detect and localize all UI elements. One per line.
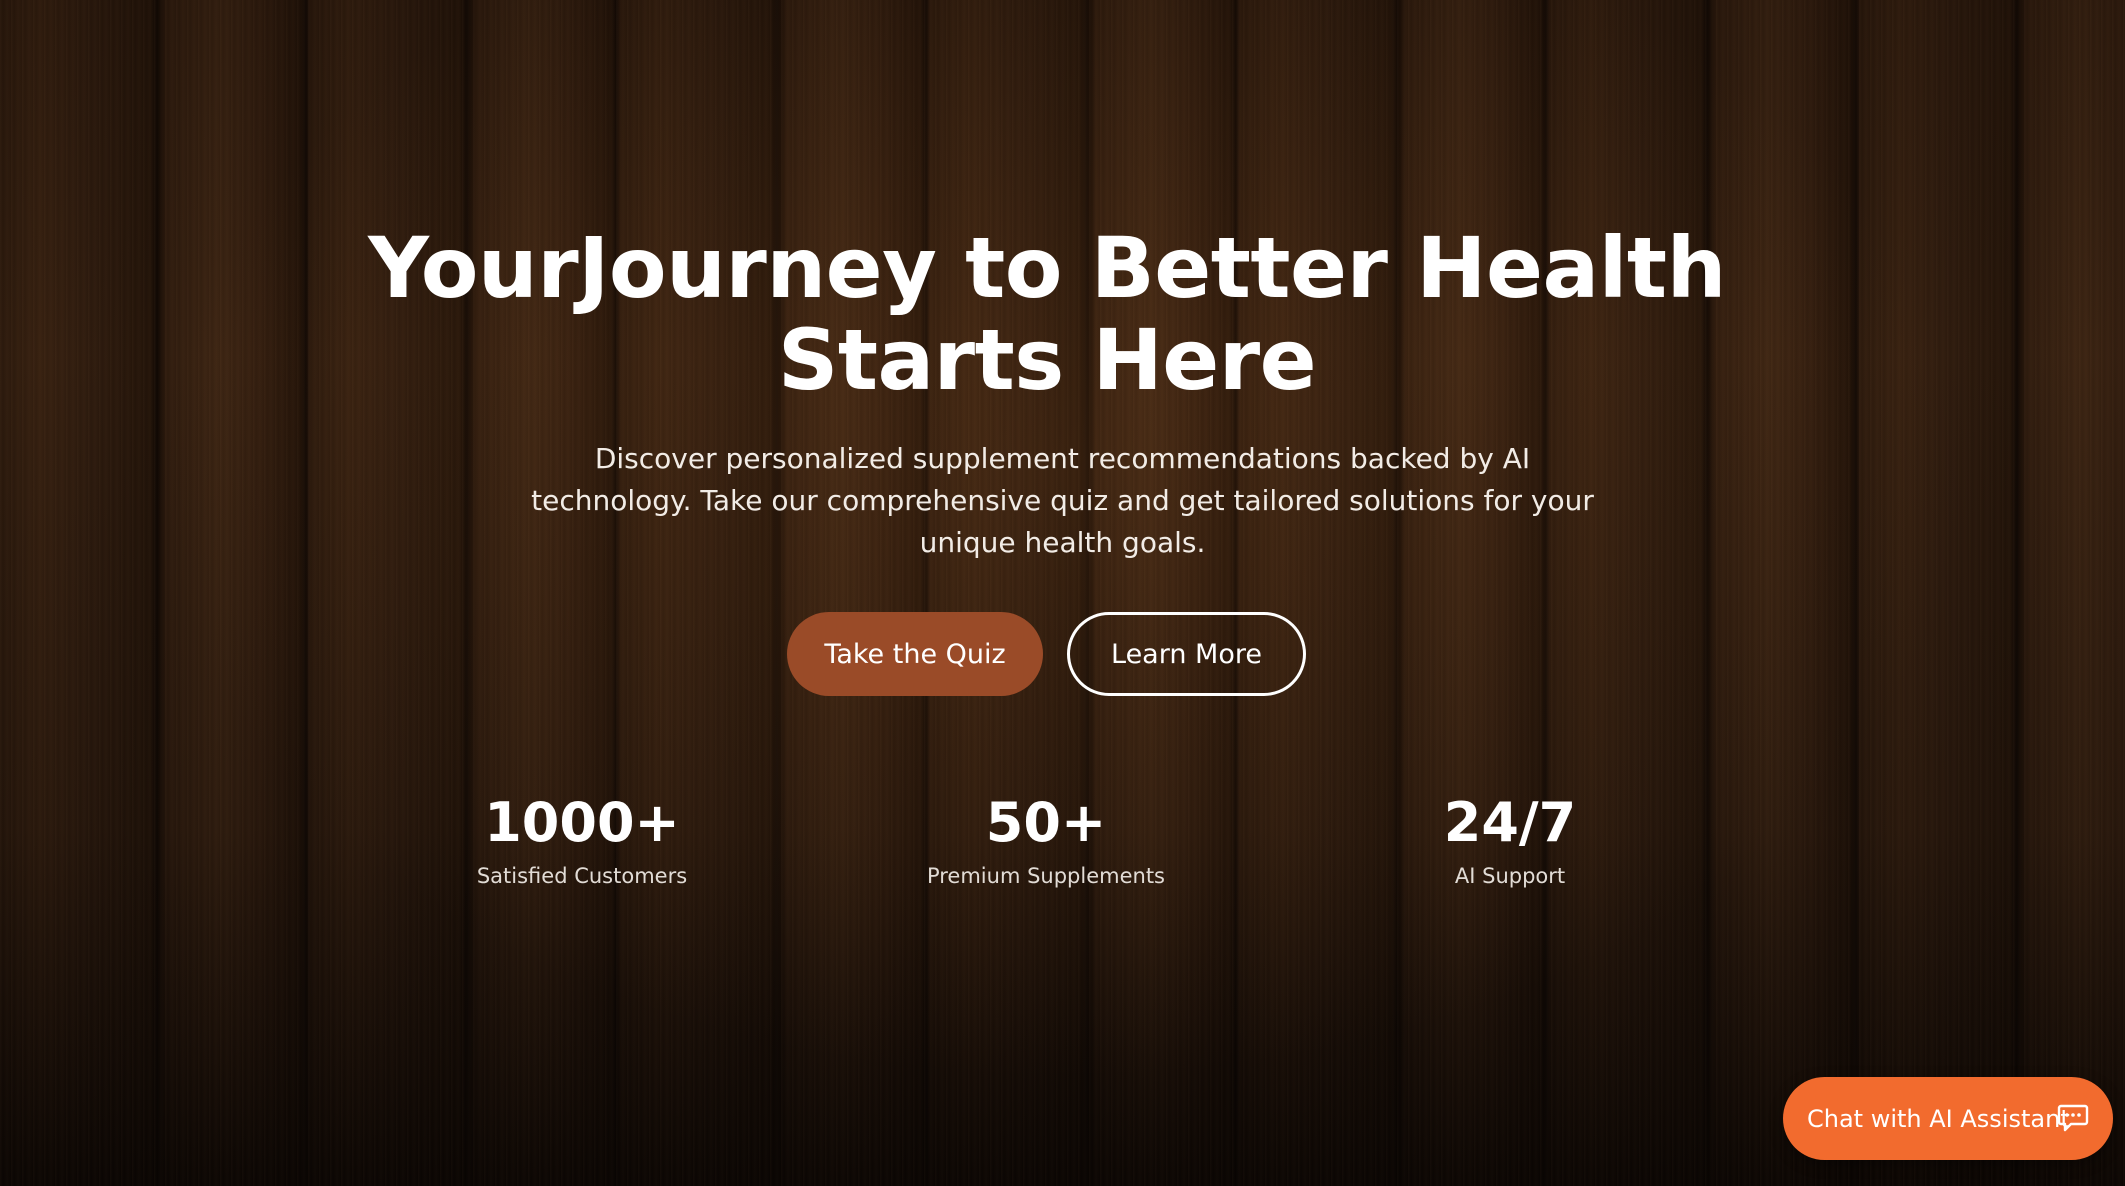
stat-support: 24/7 AI Support	[1300, 790, 1720, 890]
chat-assistant-button[interactable]: Chat with AI Assistant	[1783, 1077, 2113, 1160]
stat-supplements: 50+ Premium Supplements	[836, 790, 1256, 890]
stat-label: AI Support	[1454, 864, 1566, 888]
chat-assistant-label: Chat with AI Assistant	[1807, 1104, 2070, 1133]
hero-background: YourJourney to Better Health Starts Here…	[0, 0, 2125, 1186]
stat-value: 24/7	[1443, 791, 1577, 854]
hero-headline-line-1: YourJourney to Better Health	[368, 219, 1726, 317]
stat-customers: 1000+ Satisfied Customers	[372, 790, 792, 890]
learn-more-button[interactable]: Learn More	[1067, 612, 1306, 696]
take-quiz-button[interactable]: Take the Quiz	[787, 612, 1043, 696]
stat-value: 50+	[985, 791, 1107, 854]
stat-label: Premium Supplements	[926, 864, 1166, 888]
wood-texture	[0, 0, 2125, 1186]
hero-subtitle: Discover personalized supplement recomme…	[531, 442, 1594, 559]
chat-bubble-icon	[2057, 1104, 2089, 1132]
stat-value: 1000+	[484, 791, 680, 854]
hero-headline-line-2: Starts Here	[777, 311, 1317, 409]
stat-label: Satisfied Customers	[476, 864, 688, 888]
hero-headline: YourJourney to Better Health Starts Here	[362, 222, 1732, 406]
